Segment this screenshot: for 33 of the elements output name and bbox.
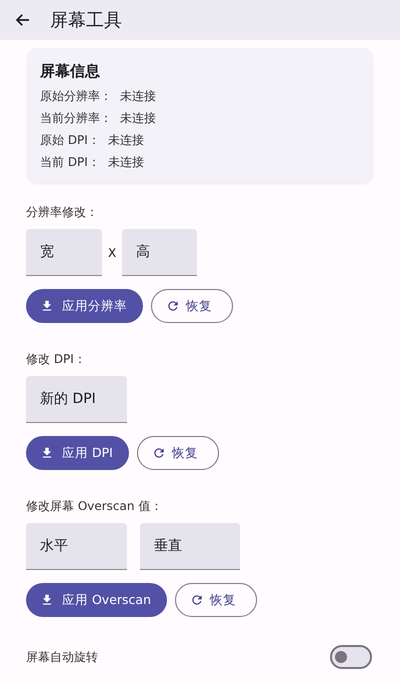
section-label: 修改屏幕 Overscan 值：: [26, 498, 164, 515]
card-title: 屏幕信息: [40, 62, 101, 81]
info-value: 未连接: [108, 132, 144, 149]
download-icon: [40, 593, 54, 607]
section-label: 修改 DPI：: [26, 351, 87, 368]
info-value: 未连接: [120, 110, 156, 127]
section-label: 分辨率修改：: [26, 204, 99, 221]
input-field[interactable]: 垂直: [140, 523, 240, 570]
input-field[interactable]: 宽: [26, 229, 102, 276]
apply-button[interactable]: 应用 DPI: [26, 436, 129, 470]
switch-label: 屏幕自动旋转: [26, 648, 98, 666]
toggle-switch[interactable]: [330, 645, 372, 669]
info-value: 未连接: [108, 154, 144, 171]
input-field[interactable]: 水平: [26, 523, 127, 570]
page-title: 屏幕工具: [50, 9, 122, 32]
download-icon: [40, 446, 54, 460]
info-label: 原始分辨率：: [40, 88, 112, 105]
restore-button[interactable]: 恢复: [151, 289, 233, 323]
apply-button[interactable]: 应用 Overscan: [26, 583, 168, 617]
input-field[interactable]: 新的 DPI: [26, 376, 127, 423]
info-value: 未连接: [120, 88, 156, 105]
info-label: 当前分辨率：: [40, 110, 112, 127]
input-field[interactable]: 高: [122, 229, 198, 276]
info-label: 当前 DPI：: [40, 154, 100, 171]
refresh-icon: [190, 593, 204, 607]
refresh-icon: [152, 446, 166, 460]
times-separator: X: [108, 246, 116, 260]
refresh-icon: [166, 299, 180, 313]
restore-button[interactable]: 恢复: [136, 436, 219, 470]
download-icon: [40, 299, 54, 313]
info-label: 原始 DPI：: [40, 132, 100, 149]
apply-button[interactable]: 应用分辨率: [26, 289, 143, 323]
restore-button[interactable]: 恢复: [175, 583, 258, 617]
